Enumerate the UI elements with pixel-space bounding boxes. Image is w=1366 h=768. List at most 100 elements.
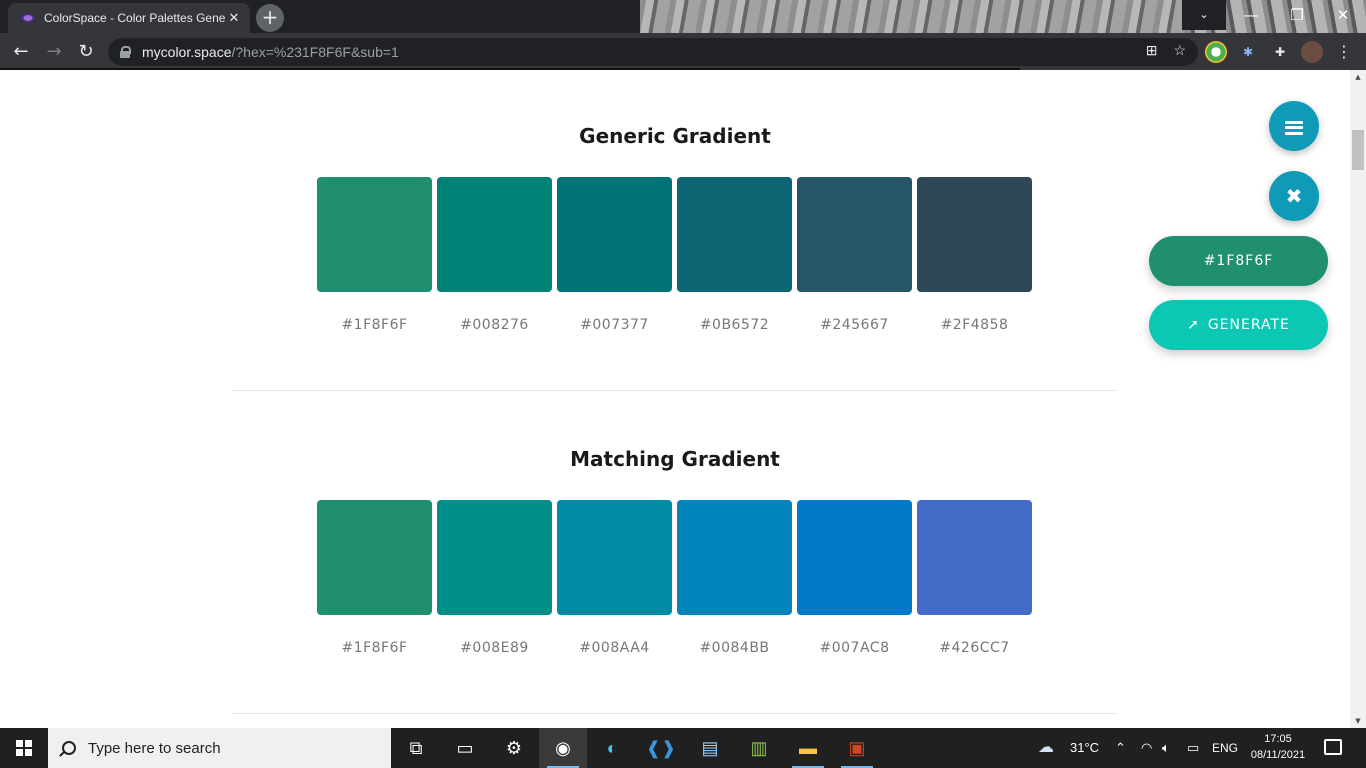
translate-icon[interactable]: ⊞ bbox=[1146, 42, 1158, 59]
close-window-button[interactable]: ✕ bbox=[1320, 0, 1366, 30]
color-swatch[interactable] bbox=[557, 177, 672, 292]
color-swatch[interactable] bbox=[677, 500, 792, 615]
windows-logo-icon bbox=[16, 740, 32, 756]
swatch-hex-label[interactable]: #1F8F6F bbox=[317, 317, 432, 333]
tray-chevron-icon[interactable]: ⌃ bbox=[1115, 728, 1126, 768]
color-swatch[interactable] bbox=[437, 177, 552, 292]
windows-taskbar: Type here to search ⧉ ▭ ⚙ ◉ ◐ ❰❱ ▤ ▥ ▬ ▣… bbox=[0, 728, 1366, 768]
swatch-hex-label[interactable]: #007AC8 bbox=[797, 640, 912, 656]
browser-toolbar: ← → ↻ mycolor.space /?hex=%231F8F6F&sub=… bbox=[0, 33, 1366, 70]
swatch-column: #007377 bbox=[557, 177, 672, 333]
powerpoint-icon[interactable]: ▣ bbox=[833, 728, 881, 768]
swatch-hex-label[interactable]: #1F8F6F bbox=[317, 640, 432, 656]
minimize-button[interactable]: — bbox=[1228, 0, 1274, 30]
reload-icon[interactable]: ↻ bbox=[73, 39, 99, 65]
swatch-hex-label[interactable]: #008AA4 bbox=[557, 640, 672, 656]
swatch-hex-label[interactable]: #2F4858 bbox=[917, 317, 1032, 333]
app-icon[interactable]: ▥ bbox=[735, 728, 783, 768]
wifi-icon[interactable]: ◠ bbox=[1141, 728, 1152, 768]
url-host: mycolor.space bbox=[142, 44, 232, 60]
swatch-hex-label[interactable]: #0B6572 bbox=[677, 317, 792, 333]
restore-button[interactable]: ❐ bbox=[1274, 0, 1320, 30]
search-placeholder: Type here to search bbox=[88, 739, 221, 757]
new-tab-button[interactable]: + bbox=[256, 4, 284, 32]
swatch-column: #1F8F6F bbox=[317, 177, 432, 333]
swatch-hex-label[interactable]: #008276 bbox=[437, 317, 552, 333]
clock-date: 08/11/2021 bbox=[1250, 749, 1306, 761]
generate-button[interactable]: ➚ GENERATE bbox=[1149, 300, 1328, 350]
section-title-generic: Generic Gradient bbox=[579, 124, 771, 148]
swatch-column: #245667 bbox=[797, 177, 912, 333]
swatch-hex-label[interactable]: #008E89 bbox=[437, 640, 552, 656]
edge-icon[interactable]: ◐ bbox=[588, 728, 636, 768]
tab-title: ColorSpace - Color Palettes Gene bbox=[44, 11, 226, 25]
weather-temp[interactable]: 31°C bbox=[1070, 728, 1099, 768]
visual-studio-dev-icon[interactable]: ▤ bbox=[686, 728, 734, 768]
extension-puzzle-icon[interactable]: ✱ bbox=[1237, 41, 1259, 63]
scroll-down-arrow-icon[interactable]: ▼ bbox=[1350, 714, 1366, 728]
address-bar[interactable]: mycolor.space /?hex=%231F8F6F&sub=1 ⊞ ☆ bbox=[108, 38, 1198, 66]
generate-label: GENERATE bbox=[1207, 317, 1290, 333]
matching-gradient-swatches: #1F8F6F #008E89 #008AA4 #0084BB #007AC8 … bbox=[317, 500, 1032, 656]
forward-arrow-icon[interactable]: → bbox=[41, 39, 67, 65]
color-swatch[interactable] bbox=[677, 177, 792, 292]
scroll-up-arrow-icon[interactable]: ▲ bbox=[1350, 70, 1366, 84]
menu-button[interactable] bbox=[1269, 101, 1319, 151]
swatch-column: #0084BB bbox=[677, 500, 792, 656]
extension-chrome-icon[interactable] bbox=[1205, 41, 1227, 63]
start-button[interactable] bbox=[0, 728, 48, 768]
color-swatch[interactable] bbox=[797, 177, 912, 292]
bookmark-star-icon[interactable]: ☆ bbox=[1173, 42, 1186, 59]
color-swatch[interactable] bbox=[917, 177, 1032, 292]
page-scrollbar[interactable]: ▲ ▼ bbox=[1350, 70, 1366, 728]
swatch-column: #008E89 bbox=[437, 500, 552, 656]
swatch-hex-label[interactable]: #426CC7 bbox=[917, 640, 1032, 656]
tabbar-background-image bbox=[640, 0, 1186, 33]
task-view-icon[interactable]: ⧉ bbox=[392, 728, 440, 768]
clock[interactable]: 17:05 08/11/2021 bbox=[1238, 731, 1318, 763]
close-panel-button[interactable]: ✖ bbox=[1269, 171, 1319, 221]
swatch-column: #426CC7 bbox=[917, 500, 1032, 656]
color-swatch[interactable] bbox=[317, 500, 432, 615]
color-swatch[interactable] bbox=[317, 177, 432, 292]
page-content: Generic Gradient #1F8F6F #008276 #007377… bbox=[0, 70, 1350, 728]
browser-tab-bar: ColorSpace - Color Palettes Gene ✕ + ⌄ —… bbox=[0, 0, 1366, 33]
language-indicator[interactable]: ENG bbox=[1212, 728, 1238, 768]
swatch-hex-label[interactable]: #0084BB bbox=[677, 640, 792, 656]
notifications-icon[interactable] bbox=[1324, 739, 1342, 755]
rocket-icon: ➚ bbox=[1187, 317, 1200, 333]
weather-icon[interactable]: ☁ bbox=[1038, 728, 1054, 768]
url-path: /?hex=%231F8F6F&sub=1 bbox=[231, 44, 399, 60]
hex-color-input[interactable]: #1F8F6F bbox=[1149, 236, 1328, 286]
swatch-column: #007AC8 bbox=[797, 500, 912, 656]
section-divider bbox=[232, 390, 1117, 391]
color-swatch[interactable] bbox=[917, 500, 1032, 615]
volume-icon[interactable]: 🔈︎ bbox=[1162, 728, 1170, 768]
file-explorer-icon[interactable]: ▬ bbox=[784, 728, 832, 768]
swatch-column: #1F8F6F bbox=[317, 500, 432, 656]
swatch-hex-label[interactable]: #245667 bbox=[797, 317, 912, 333]
swatch-column: #008276 bbox=[437, 177, 552, 333]
settings-gear-icon[interactable]: ⚙ bbox=[490, 728, 538, 768]
lock-icon[interactable] bbox=[120, 46, 131, 58]
tab-search-dropdown-icon[interactable]: ⌄ bbox=[1182, 0, 1226, 30]
swatch-hex-label[interactable]: #007377 bbox=[557, 317, 672, 333]
color-swatch[interactable] bbox=[797, 500, 912, 615]
vscode-icon[interactable]: ❰❱ bbox=[637, 728, 685, 768]
browser-menu-icon[interactable]: ⋮ bbox=[1333, 41, 1355, 63]
browser-tab-active[interactable]: ColorSpace - Color Palettes Gene ✕ bbox=[8, 3, 250, 33]
chrome-taskbar-icon[interactable]: ◉ bbox=[539, 728, 587, 768]
battery-icon[interactable]: ▭ bbox=[1187, 728, 1199, 768]
taskbar-search-box[interactable]: Type here to search bbox=[48, 728, 391, 768]
color-swatch[interactable] bbox=[437, 500, 552, 615]
back-arrow-icon[interactable]: ← bbox=[8, 39, 34, 65]
terminal-icon[interactable]: ▭ bbox=[441, 728, 489, 768]
colorspace-favicon-icon bbox=[20, 13, 36, 23]
scroll-thumb[interactable] bbox=[1352, 130, 1364, 170]
tab-close-icon[interactable]: ✕ bbox=[226, 10, 242, 26]
profile-avatar[interactable] bbox=[1301, 41, 1323, 63]
clock-time: 17:05 bbox=[1264, 733, 1292, 745]
extensions-menu-icon[interactable]: ✚ bbox=[1269, 41, 1291, 63]
color-swatch[interactable] bbox=[557, 500, 672, 615]
swatch-column: #0B6572 bbox=[677, 177, 792, 333]
